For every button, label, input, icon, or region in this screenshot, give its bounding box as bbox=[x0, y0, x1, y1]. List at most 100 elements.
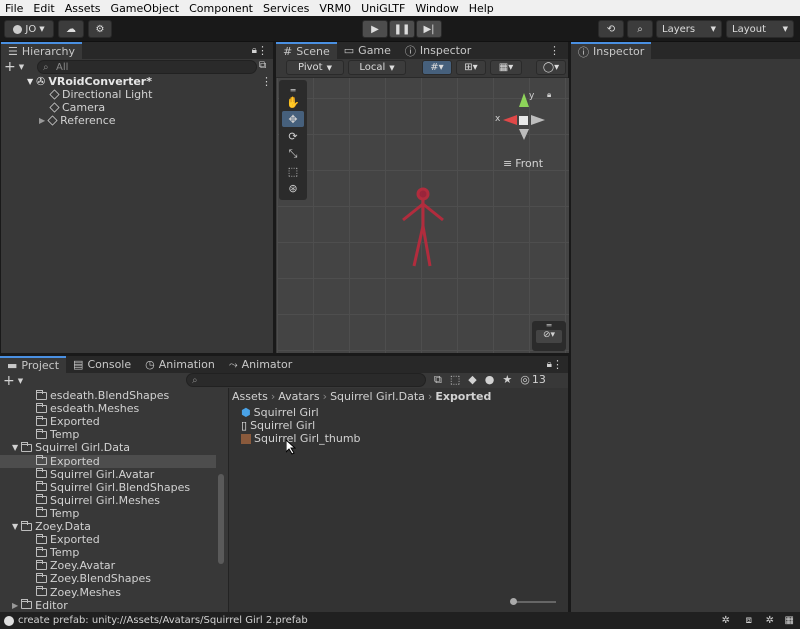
progress-icon[interactable]: ▦ bbox=[785, 615, 794, 626]
status-text[interactable]: create prefab: unity://Assets/Avatars/Sq… bbox=[18, 615, 308, 626]
rotate-tool-icon[interactable]: ⟳ bbox=[282, 128, 304, 144]
tree-item[interactable]: Zoey.Avatar bbox=[0, 559, 216, 572]
rect-tool-icon[interactable]: ⬚ bbox=[282, 163, 304, 179]
menu-help[interactable]: Help bbox=[464, 2, 499, 15]
search-button[interactable]: ⌕ bbox=[627, 20, 653, 38]
character-model[interactable] bbox=[398, 186, 448, 268]
orientation-gizmo[interactable]: y x bbox=[495, 91, 550, 153]
snap-increment-button[interactable]: ⊞▾ bbox=[456, 60, 486, 75]
scale-tool-icon[interactable]: ⤡ bbox=[282, 146, 304, 162]
hierarchy-item[interactable]: Directional Light bbox=[49, 88, 152, 101]
pause-button[interactable]: ❚❚ bbox=[389, 20, 415, 38]
menu-component[interactable]: Component bbox=[184, 2, 258, 15]
grid-toggle-button[interactable]: ▦▾ bbox=[490, 60, 522, 75]
overlay-handle-icon[interactable]: ═ bbox=[532, 321, 566, 330]
step-button[interactable]: ▶| bbox=[416, 20, 442, 38]
tree-item[interactable]: esdeath.Meshes bbox=[0, 402, 216, 415]
tree-item[interactable]: Zoey.BlendShapes bbox=[0, 572, 216, 585]
scene-visibility-icon[interactable]: ⧉ bbox=[259, 60, 266, 71]
menu-gameobject[interactable]: GameObject bbox=[106, 2, 185, 15]
tag-icon[interactable]: ◆ bbox=[468, 373, 476, 386]
expand-arrow-icon[interactable]: ▼ bbox=[12, 443, 18, 452]
tree-item[interactable]: ▼ Zoey.Data bbox=[0, 520, 216, 533]
hierarchy-item[interactable]: Camera bbox=[49, 101, 105, 114]
cloud-button[interactable]: ☁ bbox=[58, 20, 84, 38]
search-by-type-icon[interactable]: ⧉ bbox=[434, 373, 442, 387]
draw-mode-button[interactable]: ◯▾ bbox=[536, 60, 566, 75]
eye-icon[interactable]: ◎ bbox=[520, 373, 530, 386]
expand-arrow-icon[interactable]: ▶ bbox=[12, 601, 18, 610]
bug-icon[interactable]: ✲ bbox=[722, 615, 730, 626]
tab-animation[interactable]: ◷ Animation bbox=[138, 356, 222, 373]
project-add-button[interactable]: + ▼ bbox=[3, 373, 23, 389]
tree-item[interactable]: Squirrel Girl.Meshes bbox=[0, 494, 216, 507]
breadcrumb-item[interactable]: Squirrel Girl.Data bbox=[330, 390, 425, 403]
more-icon[interactable]: ⋮ bbox=[261, 75, 272, 88]
tree-item[interactable]: ▶ Editor bbox=[0, 599, 216, 612]
file-item[interactable]: ▯ Squirrel Girl bbox=[241, 419, 315, 432]
tab-project[interactable]: ▬ Project bbox=[0, 356, 67, 373]
hierarchy-item[interactable]: ▶ Reference bbox=[39, 114, 116, 127]
move-tool-icon[interactable]: ✥ bbox=[282, 111, 304, 127]
layers-dropdown[interactable]: Layers ▼ bbox=[656, 20, 722, 38]
tree-scrollbar[interactable] bbox=[218, 474, 224, 564]
tree-item[interactable]: Exported bbox=[0, 533, 216, 546]
tab-game[interactable]: ▭ Game bbox=[337, 42, 398, 59]
tree-item[interactable]: Squirrel Girl.BlendShapes bbox=[0, 481, 216, 494]
layout-dropdown[interactable]: Layout ▼ bbox=[726, 20, 794, 38]
tab-scene[interactable]: # Scene bbox=[276, 42, 337, 59]
play-button[interactable]: ▶ bbox=[362, 20, 388, 38]
hand-tool-icon[interactable]: ✋ bbox=[282, 94, 304, 110]
more-icon[interactable]: ⋮ bbox=[552, 358, 563, 371]
menu-assets[interactable]: Assets bbox=[60, 2, 106, 15]
hierarchy-search-input[interactable]: ⌕ All bbox=[37, 60, 257, 74]
file-item[interactable]: ⬢ Squirrel Girl bbox=[241, 406, 319, 419]
overlay-view-options-icon[interactable]: ⊘▾ bbox=[536, 330, 562, 343]
menu-services[interactable]: Services bbox=[258, 2, 314, 15]
breadcrumb-item[interactable]: Assets bbox=[232, 390, 268, 403]
tree-item[interactable]: Temp bbox=[0, 428, 216, 441]
local-dropdown[interactable]: Local ▼ bbox=[348, 60, 406, 75]
tab-animator[interactable]: ⤳ Animator bbox=[222, 356, 299, 373]
menu-file[interactable]: File bbox=[0, 2, 28, 15]
transform-tool-icon[interactable]: ⊛ bbox=[282, 180, 304, 196]
zoom-slider[interactable] bbox=[512, 601, 556, 603]
tree-item[interactable]: Temp bbox=[0, 507, 216, 520]
hierarchy-add-button[interactable]: + ▼ bbox=[4, 59, 24, 75]
cache-icon[interactable]: ⧈ bbox=[746, 615, 752, 626]
hierarchy-root[interactable]: ▼ ✇ VRoidConverter* bbox=[27, 75, 152, 88]
tree-item[interactable]: Squirrel Girl.Avatar bbox=[0, 468, 216, 481]
breadcrumb-item[interactable]: Exported bbox=[435, 390, 491, 403]
more-icon[interactable]: ⋮ bbox=[549, 44, 560, 57]
menu-unigltf[interactable]: UniGLTF bbox=[356, 2, 410, 15]
menu-edit[interactable]: Edit bbox=[28, 2, 59, 15]
pivot-dropdown[interactable]: Pivot ▼ bbox=[286, 60, 344, 75]
grid-snap-button[interactable]: #▾ bbox=[422, 60, 452, 75]
menu-window[interactable]: Window bbox=[410, 2, 463, 15]
menu-vrm0[interactable]: VRM0 bbox=[314, 2, 356, 15]
more-icon[interactable]: ⋮ bbox=[257, 44, 268, 57]
tree-item[interactable]: Temp bbox=[0, 546, 216, 559]
file-item[interactable]: Squirrel Girl_thumb bbox=[241, 432, 361, 445]
info-icon[interactable]: ● bbox=[485, 373, 495, 386]
project-search-input[interactable]: ⌕ bbox=[186, 373, 426, 387]
tree-item[interactable]: Exported bbox=[0, 415, 216, 428]
breadcrumb-item[interactable]: Avatars bbox=[278, 390, 319, 403]
zoom-slider-thumb[interactable] bbox=[510, 598, 517, 605]
tree-item[interactable]: ▼ Squirrel Girl.Data bbox=[0, 441, 216, 454]
expand-arrow-icon[interactable]: ▼ bbox=[12, 522, 18, 531]
tab-inspector-scene[interactable]: ⓘ Inspector bbox=[398, 42, 478, 59]
collab-button[interactable]: ⚙ bbox=[88, 20, 112, 38]
tab-hierarchy[interactable]: ☰ Hierarchy bbox=[1, 42, 83, 59]
lock-icon[interactable]: 🔒︎ bbox=[547, 90, 551, 100]
tree-item[interactable]: Zoey.Meshes bbox=[0, 586, 216, 599]
tab-inspector[interactable]: ⓘ Inspector bbox=[571, 42, 652, 59]
star-icon[interactable]: ★ bbox=[502, 373, 512, 386]
tab-console[interactable]: ▤ Console bbox=[66, 356, 138, 373]
tree-item[interactable]: esdeath.BlendShapes bbox=[0, 389, 216, 402]
tree-item[interactable]: Exported bbox=[0, 454, 216, 468]
debug-icon[interactable]: ✲ bbox=[766, 615, 774, 626]
view-label[interactable]: ≡ Front bbox=[503, 157, 543, 170]
history-button[interactable]: ⟲ bbox=[598, 20, 624, 38]
account-dropdown[interactable]: JO ▼ bbox=[4, 20, 54, 38]
